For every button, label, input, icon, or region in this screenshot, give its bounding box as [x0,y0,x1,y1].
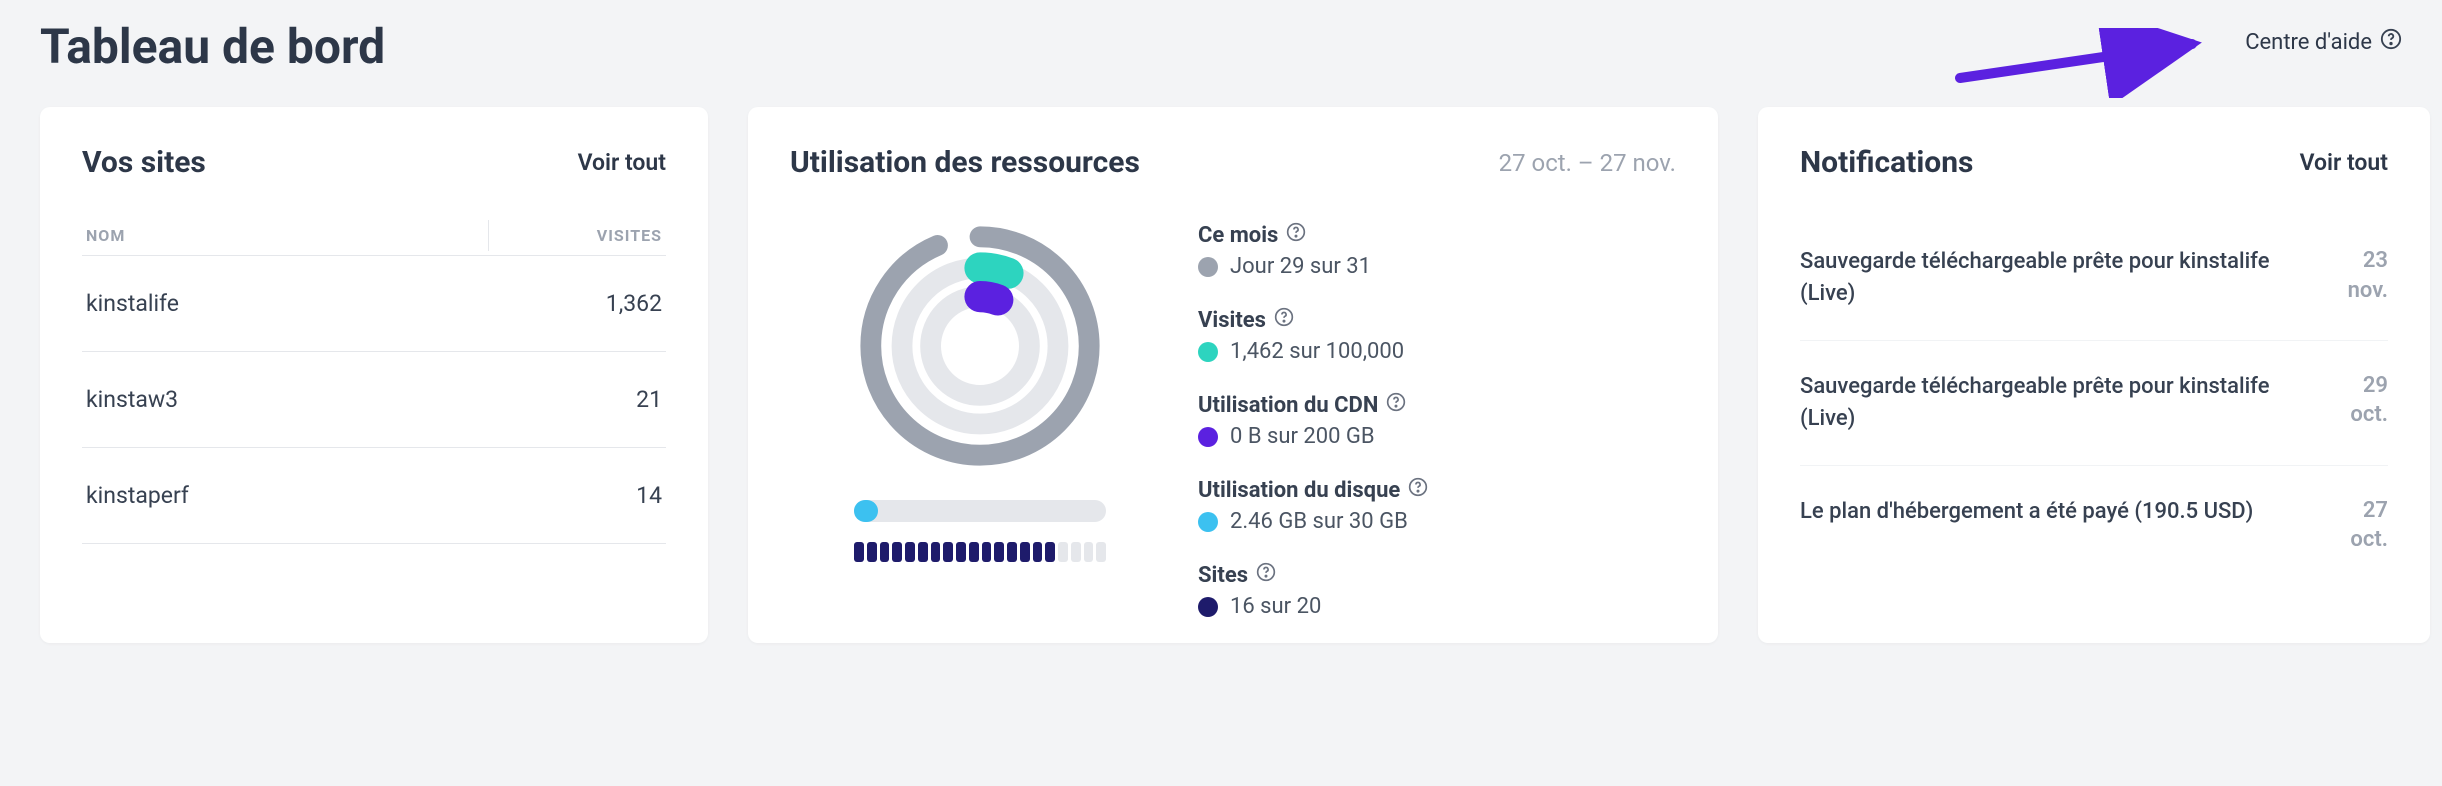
help-center-label: Centre d'aide [2245,30,2372,55]
help-icon[interactable] [1256,562,1276,588]
notification-text: Sauvegarde téléchargeable prête pour kin… [1800,246,2324,310]
legend-visits-value: 1,462 sur 100,000 [1230,339,1404,364]
site-visits: 14 [636,482,662,509]
legend-dot-sites [1198,597,1218,617]
site-row[interactable]: kinstalife 1,362 [82,256,666,352]
legend-sites-label: Sites [1198,563,1248,588]
notifications-view-all-link[interactable]: Voir tout [2300,149,2388,176]
column-divider [488,220,489,251]
resources-chart [790,216,1170,633]
help-icon[interactable] [1274,307,1294,333]
legend-disk-value: 2.46 GB sur 30 GB [1230,509,1408,534]
sites-view-all-link[interactable]: Voir tout [578,149,666,176]
site-visits: 21 [636,386,662,413]
notification-text: Le plan d'hébergement a été payé (190.5 … [1800,496,2253,528]
legend-dot-month [1198,257,1218,277]
site-visits: 1,362 [606,290,662,317]
sites-col-name: NOM [86,226,597,245]
sites-usage-bar [854,542,1106,562]
donut-chart [850,216,1110,476]
resources-legend: Ce mois Jour 29 sur 31 Visites [1198,216,1676,633]
legend-month-value: Jour 29 sur 31 [1230,254,1371,279]
help-icon[interactable] [1408,477,1428,503]
disk-usage-bar [854,500,1106,522]
site-name: kinstaperf [86,482,636,509]
legend-cdn-value: 0 B sur 200 GB [1230,424,1375,449]
help-center-link[interactable]: Centre d'aide [2245,28,2402,56]
legend-month-label: Ce mois [1198,223,1278,248]
legend-cdn-label: Utilisation du CDN [1198,393,1378,418]
legend-dot-disk [1198,512,1218,532]
notification-date: 29 oct. [2350,371,2388,430]
sites-col-visits: VISITES [597,226,662,245]
resources-date-range: 27 oct. – 27 nov. [1499,149,1676,177]
site-name: kinstalife [86,290,606,317]
notification-text: Sauvegarde téléchargeable prête pour kin… [1800,371,2326,435]
help-icon[interactable] [1286,222,1306,248]
legend-dot-cdn [1198,427,1218,447]
site-name: kinstaw3 [86,386,636,413]
legend-disk-label: Utilisation du disque [1198,478,1400,503]
legend-visits-label: Visites [1198,308,1266,333]
help-icon[interactable] [1386,392,1406,418]
resources-card: Utilisation des ressources 27 oct. – 27 … [748,107,1718,643]
legend-dot-visits [1198,342,1218,362]
site-row[interactable]: kinstaperf 14 [82,448,666,544]
page-title: Tableau de bord [40,18,385,75]
notification-row[interactable]: Sauvegarde téléchargeable prête pour kin… [1800,216,2388,341]
notifications-card-title: Notifications [1800,145,1973,180]
site-row[interactable]: kinstaw3 21 [82,352,666,448]
notification-date: 23 nov. [2348,246,2388,305]
sites-card: Vos sites Voir tout NOM VISITES kinstali… [40,107,708,643]
legend-sites-value: 16 sur 20 [1230,594,1321,619]
help-icon [2380,28,2402,56]
annotation-arrow [1952,28,2212,102]
notification-row[interactable]: Sauvegarde téléchargeable prête pour kin… [1800,341,2388,466]
sites-card-title: Vos sites [82,145,206,180]
sites-table-header: NOM VISITES [82,216,666,256]
notifications-card: Notifications Voir tout Sauvegarde téléc… [1758,107,2430,643]
notification-row[interactable]: Le plan d'hébergement a été payé (190.5 … [1800,466,2388,585]
resources-card-title: Utilisation des ressources [790,145,1140,180]
notification-date: 27 oct. [2350,496,2388,555]
disk-usage-fill [854,500,878,522]
